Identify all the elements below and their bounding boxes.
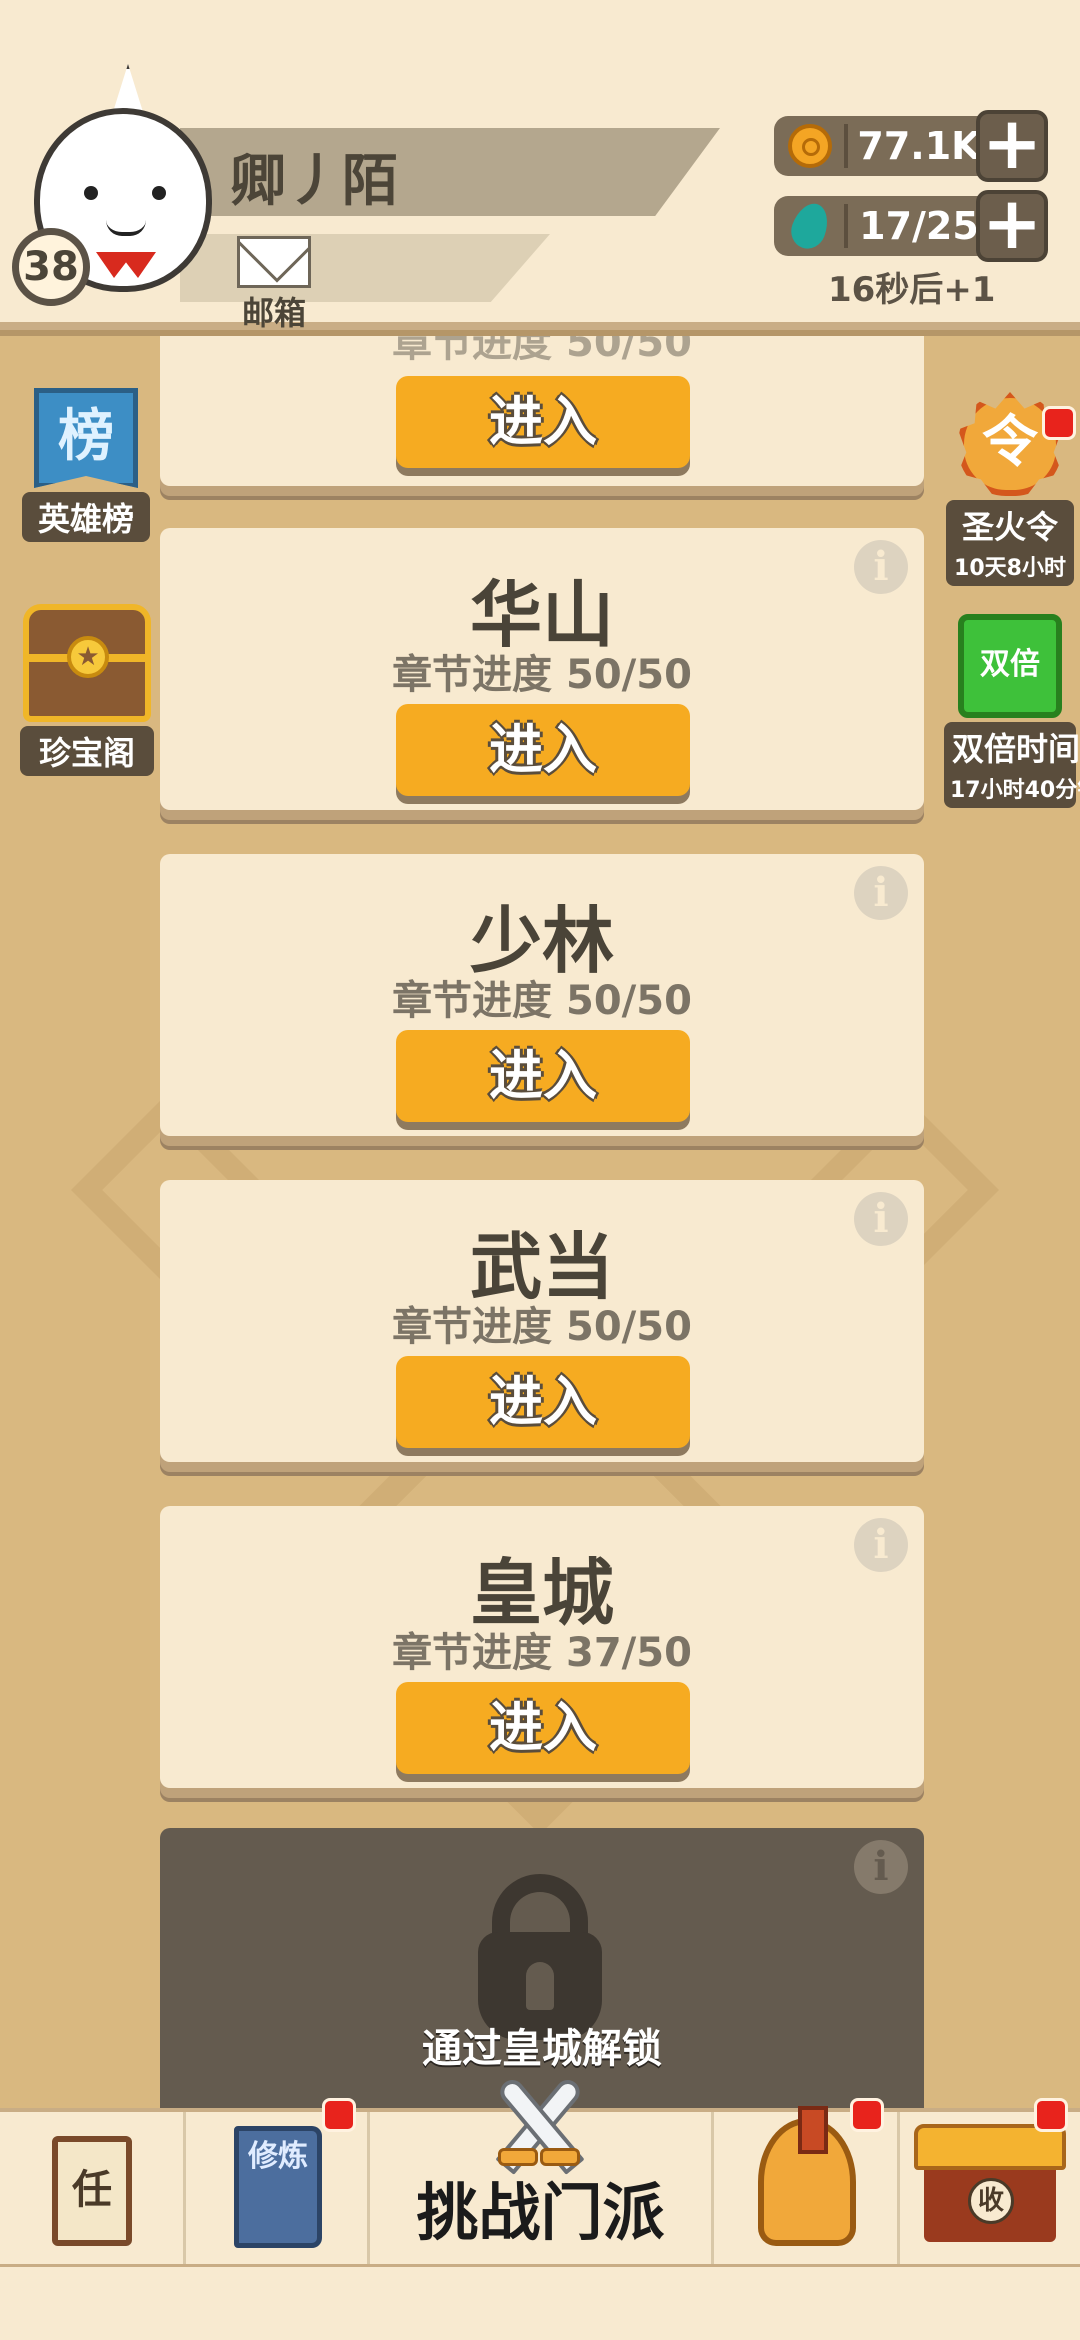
stamina-value: 17/25	[859, 204, 979, 248]
hero-ranking-label: 英雄榜	[22, 492, 150, 542]
add-stamina-button[interactable]: +	[976, 187, 1048, 262]
coin-icon	[782, 120, 838, 172]
enter-button[interactable]: 进入	[396, 376, 690, 468]
avatar-scarf	[96, 252, 156, 278]
gem-icon	[782, 198, 838, 254]
sect-card: 章节进度 50/50 进入	[160, 320, 924, 486]
double-time-timer: 17小时40分钟	[944, 772, 1080, 808]
separator	[844, 204, 848, 248]
nav-equipment[interactable]	[714, 2106, 900, 2268]
player-name: 卿丿陌	[230, 149, 398, 214]
shop-sign: 收	[968, 2178, 1014, 2224]
notification-dot	[322, 2098, 356, 2132]
holy-fire-order-label: 圣火令	[946, 500, 1074, 550]
notification-dot	[1042, 406, 1076, 440]
info-icon[interactable]: i	[854, 1840, 908, 1894]
coin-counter: 77.1K +	[774, 107, 1048, 182]
training-book-icon: 修炼	[234, 2126, 322, 2248]
avatar-eye	[152, 186, 166, 200]
enter-button[interactable]: 进入	[396, 1682, 690, 1774]
stamina-regen-timer: 16秒后+1	[828, 270, 996, 310]
shop-building-icon: 收	[914, 2124, 1066, 2242]
sect-card-wudang: i 武当 章节进度 50/50 进入	[160, 1180, 924, 1462]
bottom-safe-area	[0, 2264, 1080, 2340]
ranking-flag-icon: 榜	[34, 388, 138, 488]
treasure-pavilion-button[interactable]: ★ 珍宝阁	[20, 604, 154, 776]
notification-dot	[1034, 2098, 1068, 2132]
add-coins-button[interactable]: +	[976, 107, 1048, 182]
enter-button[interactable]: 进入	[396, 1356, 690, 1448]
avatar-eye	[84, 186, 98, 200]
chapter-progress: 章节进度 37/50	[392, 1630, 692, 1676]
coin-value: 77.1K	[857, 124, 981, 168]
sect-card-huangcheng: i 皇城 章节进度 37/50 进入	[160, 1506, 924, 1788]
player-level-badge: 38	[12, 228, 90, 306]
treasure-pavilion-label: 珍宝阁	[20, 726, 154, 776]
hero-ranking-button[interactable]: 榜 英雄榜	[22, 388, 150, 542]
sect-card-shaolin: i 少林 章节进度 50/50 进入	[160, 854, 924, 1136]
chapter-progress: 章节进度 50/50	[392, 1304, 692, 1350]
crossed-swords-icon	[478, 2070, 598, 2180]
holy-fire-order-timer: 10天8小时	[946, 550, 1074, 586]
mail-icon	[237, 236, 311, 288]
enter-button[interactable]: 进入	[396, 704, 690, 796]
nav-training[interactable]: 修炼	[186, 2112, 370, 2268]
nav-tasks[interactable]: 任	[0, 2112, 186, 2268]
double-time-button[interactable]: 双倍 双倍时间 17小时40分钟	[944, 614, 1080, 808]
avatar-mouth	[106, 220, 146, 236]
top-header: 卿丿陌 38 邮箱 77.1K + 17/25 + 16秒后+1	[0, 0, 1080, 332]
task-scroll-icon: 任	[52, 2136, 132, 2246]
helmet-icon	[758, 2106, 856, 2246]
treasure-chest-icon: ★	[23, 604, 151, 722]
sect-card-huashan: i 华山 章节进度 50/50 进入	[160, 528, 924, 810]
mailbox-button[interactable]: 邮箱	[234, 236, 314, 332]
stamina-counter: 17/25 +	[774, 187, 1048, 262]
enter-button[interactable]: 进入	[396, 1030, 690, 1122]
chapter-progress: 章节进度 50/50	[392, 652, 692, 698]
chapter-progress: 章节进度 50/50	[392, 978, 692, 1024]
double-card-icon: 双倍	[958, 614, 1062, 718]
nav-shop[interactable]: 收	[900, 2112, 1080, 2268]
mailbox-label: 邮箱	[241, 294, 306, 332]
unlock-requirement: 通过皇城解锁	[422, 2026, 662, 2072]
notification-dot	[850, 2098, 884, 2132]
double-time-label: 双倍时间	[944, 722, 1080, 772]
separator	[844, 124, 848, 168]
